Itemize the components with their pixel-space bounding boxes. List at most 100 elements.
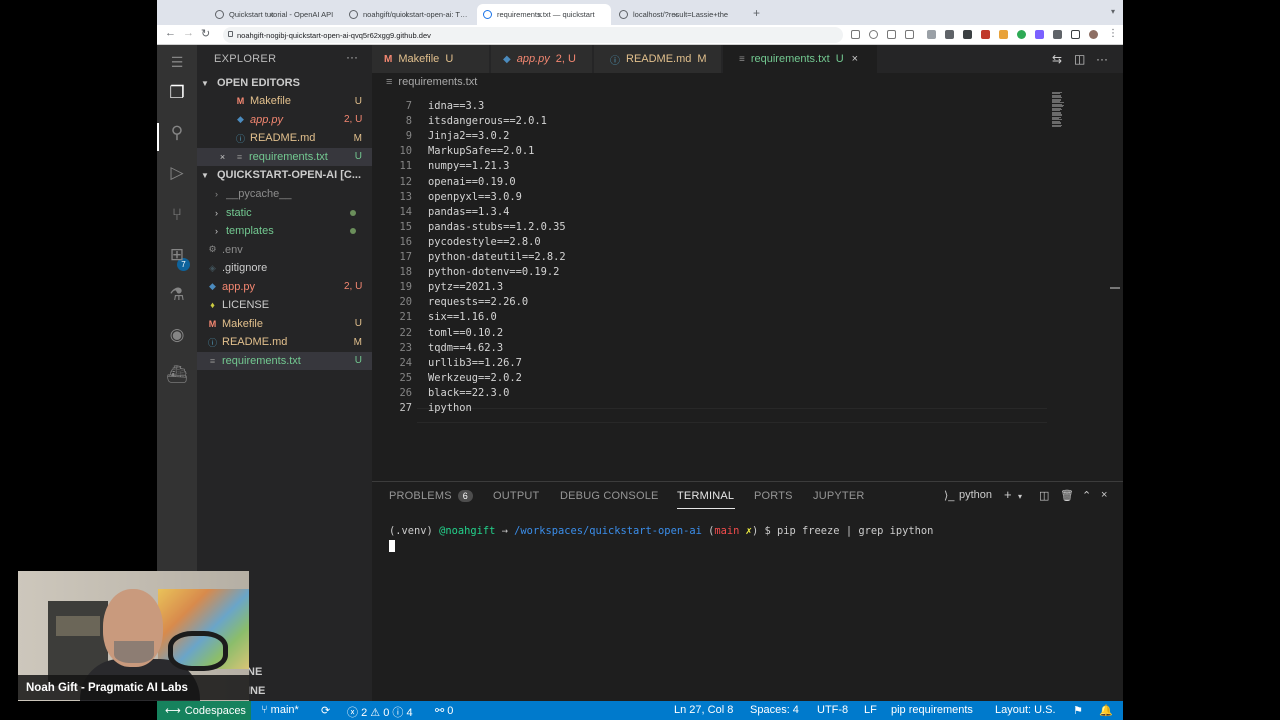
file-app-py[interactable]: ◆ app.py 2, U — [197, 278, 372, 297]
browser-tab-quickstart-tutorial[interactable]: Quickstart tutorial - OpenAI API × — [209, 4, 341, 25]
keyboard-layout[interactable]: Layout: U.S. — [995, 704, 1056, 716]
browser-tab-requirements[interactable]: requirements.txt — quickstart × — [477, 4, 611, 25]
new-terminal-plus-icon[interactable]: + — [1004, 487, 1012, 502]
sync-icon[interactable]: ⟳ — [321, 704, 330, 717]
minimap[interactable] — [1052, 92, 1112, 127]
split-editor-icon[interactable]: ◫ — [1074, 52, 1085, 66]
tab-search-chevron-icon[interactable]: ▾ — [1111, 7, 1115, 16]
extension-icon[interactable] — [999, 30, 1008, 39]
folder-templates[interactable]: › templates — [197, 222, 372, 241]
browser-tab-localhost[interactable]: localhost/?result=Lassie+the × — [613, 4, 745, 25]
docker-icon[interactable]: ⛴ — [165, 363, 189, 387]
tab-problems[interactable]: PROBLEMS 6 — [389, 490, 473, 502]
project-folder-section[interactable]: ▼ QUICKSTART-OPEN-AI [C... — [197, 166, 372, 184]
chevron-down-icon[interactable]: ▾ — [1018, 492, 1022, 501]
close-tab-icon[interactable]: × — [852, 53, 858, 65]
reload-icon[interactable]: ↻ — [201, 27, 210, 40]
breadcrumb[interactable]: ≡ requirements.txt — [386, 76, 477, 88]
file-makefile[interactable]: M Makefile U — [197, 315, 372, 334]
maximize-panel-chevron-icon[interactable]: ⌃ — [1082, 489, 1091, 502]
tab-debug-console[interactable]: DEBUG CONSOLE — [560, 490, 659, 502]
open-editors-section[interactable]: ▼ OPEN EDITORS — [197, 74, 372, 92]
open-editor-makefile[interactable]: M Makefile U — [197, 92, 372, 111]
profile-avatar[interactable] — [1089, 30, 1098, 39]
close-tab-icon[interactable]: × — [673, 10, 678, 20]
browser-menu-icon[interactable]: ⋮ — [1108, 28, 1118, 39]
editor-tab-requirements[interactable]: ≡ requirements.txt U × — [723, 45, 878, 73]
terminal-output[interactable]: (.venv) @noahgift → /workspaces/quicksta… — [389, 525, 933, 537]
split-terminal-icon[interactable]: ◫ — [1039, 489, 1049, 502]
menu-hamburger-icon[interactable]: ☰ — [165, 50, 189, 74]
file-requirements[interactable]: ≡ requirements.txt U — [197, 351, 372, 370]
extension-icon[interactable] — [981, 30, 990, 39]
testing-flask-icon[interactable]: ⚗ — [165, 283, 189, 307]
outline-section-label[interactable]: NE — [247, 666, 262, 678]
trash-icon[interactable]: 🗑 — [1060, 489, 1074, 502]
compare-changes-icon[interactable]: ⇆ — [1052, 52, 1062, 66]
tab-output[interactable]: OUTPUT — [493, 490, 539, 502]
url-omnibox[interactable]: noahgift-nogibj-quickstart-open-ai-qvq5r… — [223, 27, 843, 43]
editor-tab-makefile[interactable]: M Makefile U — [372, 45, 490, 73]
extension-icon[interactable] — [945, 30, 954, 39]
bookmark-star-icon[interactable] — [905, 30, 914, 39]
line-number: 25 — [399, 371, 412, 384]
open-editor-readme[interactable]: ⓘ README.md M — [197, 129, 372, 148]
ports-indicator[interactable]: ⚯ 0 — [435, 704, 453, 717]
problems-indicator[interactable]: ⓧ 2 ⚠ 0 ⓘ 4 — [347, 704, 413, 720]
browser-tab-github-repo[interactable]: noahgift/quickstart-open-ai: This × — [343, 4, 475, 25]
more-actions-icon[interactable]: ··· — [1096, 52, 1108, 66]
file-gitignore[interactable]: ◈ .gitignore — [197, 259, 372, 278]
file-readme[interactable]: ⓘ README.md M — [197, 333, 372, 352]
tab-jupyter[interactable]: JUPYTER — [813, 490, 865, 502]
tab-ports[interactable]: PORTS — [754, 490, 793, 502]
close-tab-icon[interactable]: × — [403, 10, 408, 20]
extension-icon[interactable] — [927, 30, 936, 39]
branch-indicator[interactable]: ⑂ main* — [261, 704, 299, 716]
codespaces-remote-indicator[interactable]: ⟷ Codespaces — [157, 701, 251, 720]
close-tab-icon[interactable]: × — [269, 10, 274, 20]
github-icon[interactable]: ◉ — [165, 323, 189, 347]
terminal-python-icon[interactable]: ⟩_ — [944, 489, 954, 502]
folder-static[interactable]: › static — [197, 204, 372, 223]
terminal-name[interactable]: python — [959, 489, 992, 501]
extension-icon[interactable] — [963, 30, 972, 39]
puzzle-extensions-icon[interactable] — [1053, 30, 1062, 39]
close-tab-icon[interactable]: × — [537, 10, 542, 20]
problems-count-badge: 6 — [457, 490, 473, 502]
close-editor-icon[interactable]: × — [217, 152, 228, 162]
install-app-icon[interactable] — [851, 30, 860, 39]
file-license[interactable]: ♦ LICENSE — [197, 296, 372, 315]
open-editor-app-py[interactable]: ◆ app.py 2, U — [197, 111, 372, 130]
notifications-bell-icon[interactable]: 🔔 — [1099, 704, 1113, 717]
chevron-down-icon: ▼ — [201, 78, 209, 88]
line-ending[interactable]: LF — [864, 704, 877, 716]
language-mode[interactable]: pip requirements — [891, 704, 973, 716]
zoom-icon[interactable] — [869, 30, 878, 39]
explorer-files-icon[interactable]: ❐ — [165, 81, 189, 105]
close-panel-icon[interactable]: × — [1101, 489, 1107, 501]
extension-icon[interactable] — [1017, 30, 1026, 39]
more-actions-icon[interactable]: ··· — [346, 50, 358, 64]
back-arrow-icon[interactable]: ← — [165, 27, 176, 39]
share-icon[interactable] — [887, 30, 896, 39]
extensions-icon[interactable]: ⊞ — [165, 243, 189, 267]
cursor-position[interactable]: Ln 27, Col 8 — [674, 704, 733, 716]
editor-tab-app-py[interactable]: ◆ app.py 2, U — [491, 45, 593, 73]
line-number: 24 — [399, 356, 412, 369]
search-icon[interactable]: ⚲ — [165, 121, 189, 145]
run-debug-icon[interactable]: ▷ — [165, 161, 189, 185]
editor-tab-readme[interactable]: ⓘ README.md M — [594, 45, 722, 73]
forward-arrow-icon[interactable]: → — [183, 27, 194, 39]
extension-icon[interactable] — [1035, 30, 1044, 39]
indentation[interactable]: Spaces: 4 — [750, 704, 799, 716]
open-editor-requirements[interactable]: × ≡ requirements.txt U — [197, 147, 372, 166]
sidepanel-icon[interactable] — [1071, 30, 1080, 39]
file-env[interactable]: ⚙ .env — [197, 241, 372, 260]
feedback-icon[interactable]: ⚑ — [1073, 704, 1083, 717]
source-control-icon[interactable]: ⑂ — [165, 203, 189, 227]
timeline-section-label[interactable]: INE — [247, 685, 265, 697]
new-tab-button[interactable]: + — [753, 6, 760, 20]
tab-terminal[interactable]: TERMINAL — [677, 490, 734, 502]
encoding[interactable]: UTF-8 — [817, 704, 848, 716]
folder-pycache[interactable]: › __pycache__ — [197, 185, 372, 204]
